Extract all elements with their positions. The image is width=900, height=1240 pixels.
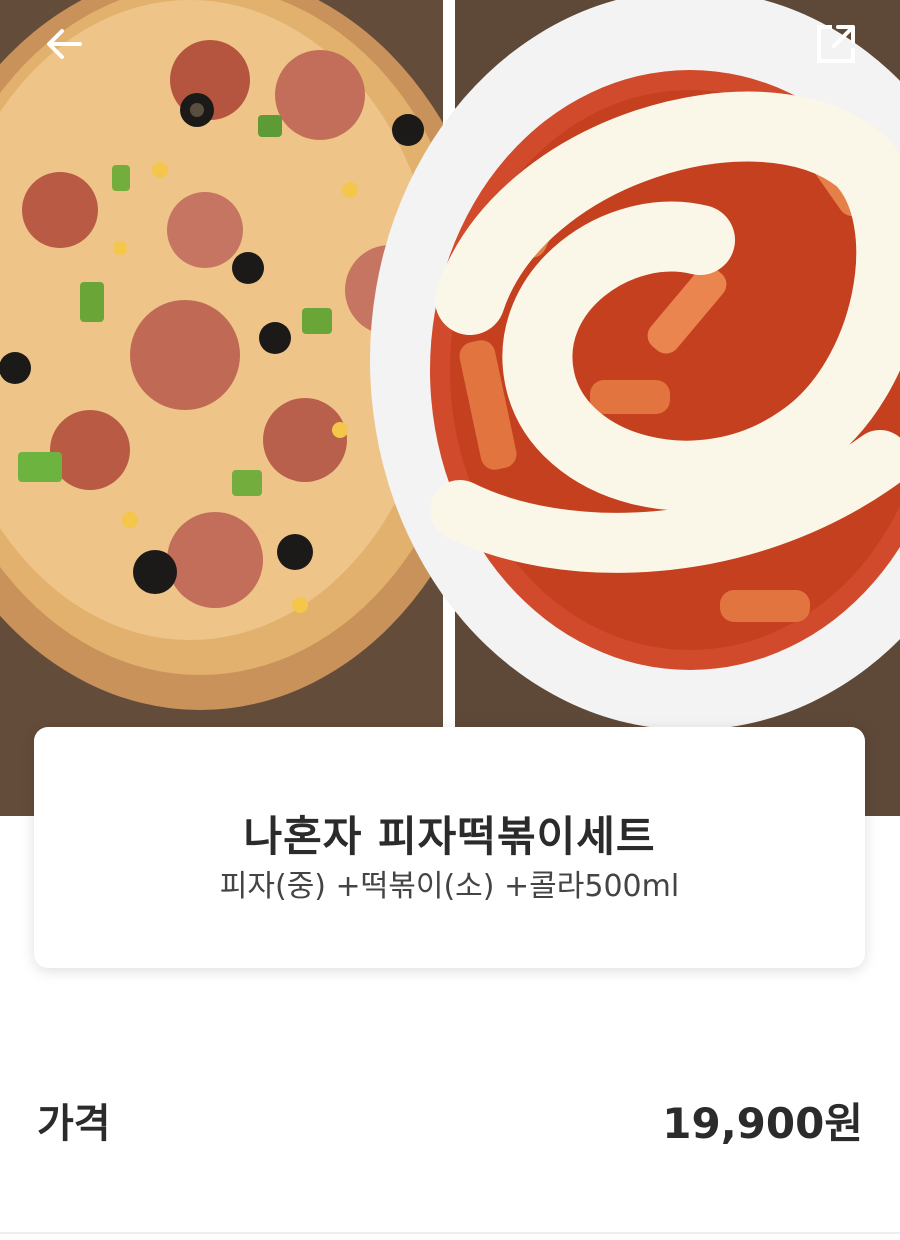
share-button[interactable] <box>810 18 862 70</box>
product-info-card: 나혼자 피자떡볶이세트 피자(중) +떡볶이(소) +콜라500ml <box>34 727 865 968</box>
product-description: 피자(중) +떡볶이(소) +콜라500ml <box>219 869 680 904</box>
product-detail-page: 나혼자 피자떡볶이세트 피자(중) +떡볶이(소) +콜라500ml 가격 19… <box>0 0 900 1240</box>
price-label: 가격 <box>37 1101 111 1147</box>
price-row: 가격 19,900원 <box>37 1096 863 1156</box>
back-button[interactable] <box>38 18 90 70</box>
external-link-icon <box>817 25 855 63</box>
bottom-divider <box>0 1232 900 1234</box>
product-title: 나혼자 피자떡볶이세트 <box>243 812 656 861</box>
price-value: 19,900원 <box>662 1099 863 1148</box>
product-image-banner <box>0 0 900 816</box>
arrow-left-icon <box>47 29 82 59</box>
product-photos <box>0 0 900 816</box>
